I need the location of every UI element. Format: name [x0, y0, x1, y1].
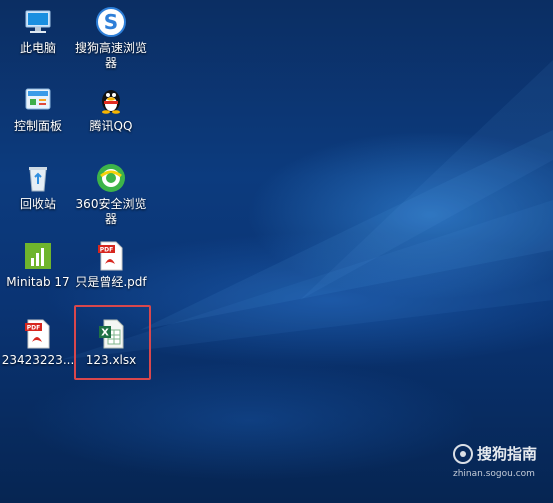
icon-label: 360安全浏览器 — [75, 197, 147, 226]
desktop-icon-pdf-file-2[interactable]: PDF 23423223... — [0, 318, 76, 368]
control-panel-icon — [22, 84, 54, 116]
pdf-file-icon: PDF — [22, 318, 54, 350]
svg-text:PDF: PDF — [100, 247, 113, 254]
highlight-box — [74, 305, 151, 380]
desktop-icon-this-pc[interactable]: 此电脑 — [0, 6, 76, 56]
watermark: 搜狗指南 zhinan.sogou.com — [453, 444, 549, 490]
recycle-bin-icon — [22, 162, 54, 194]
icon-label: 腾讯QQ — [89, 119, 133, 133]
desktop-icon-360-browser[interactable]: 360安全浏览器 — [73, 162, 149, 227]
360-browser-icon — [95, 162, 127, 194]
desktop-icon-sogou-browser[interactable]: S 搜狗高速浏览器 — [73, 6, 149, 71]
icon-label: Minitab 17 — [6, 275, 70, 289]
sogou-zhinan-logo-icon — [453, 444, 473, 464]
icon-label: 搜狗高速浏览器 — [74, 41, 147, 70]
icon-label: 只是曾经.pdf — [75, 275, 147, 289]
sogou-browser-icon: S — [95, 6, 127, 38]
pdf-file-icon: PDF — [95, 240, 127, 272]
watermark-brand: 搜狗指南 — [477, 445, 538, 463]
minitab-icon — [22, 240, 54, 272]
qq-penguin-icon — [95, 84, 127, 116]
desktop-icon-pdf-file[interactable]: PDF 只是曾经.pdf — [73, 240, 149, 290]
svg-text:S: S — [104, 10, 118, 34]
desktop-background[interactable]: 此电脑 S 搜狗高速浏览器 控制面板 腾讯QQ 回收站 360安全浏览器 Min… — [0, 0, 553, 503]
icon-label: 23423223... — [1, 353, 75, 367]
desktop-icon-control-panel[interactable]: 控制面板 — [0, 84, 76, 134]
icon-label: 此电脑 — [19, 41, 56, 55]
icon-label: 回收站 — [19, 197, 56, 211]
watermark-url: zhinan.sogou.com — [453, 469, 535, 479]
desktop-icon-recycle-bin[interactable]: 回收站 — [0, 162, 76, 212]
svg-text:PDF: PDF — [27, 325, 40, 332]
desktop-icon-minitab[interactable]: Minitab 17 — [0, 240, 76, 290]
computer-icon — [22, 6, 54, 38]
icon-label: 控制面板 — [13, 119, 62, 133]
desktop-icon-qq[interactable]: 腾讯QQ — [73, 84, 149, 134]
